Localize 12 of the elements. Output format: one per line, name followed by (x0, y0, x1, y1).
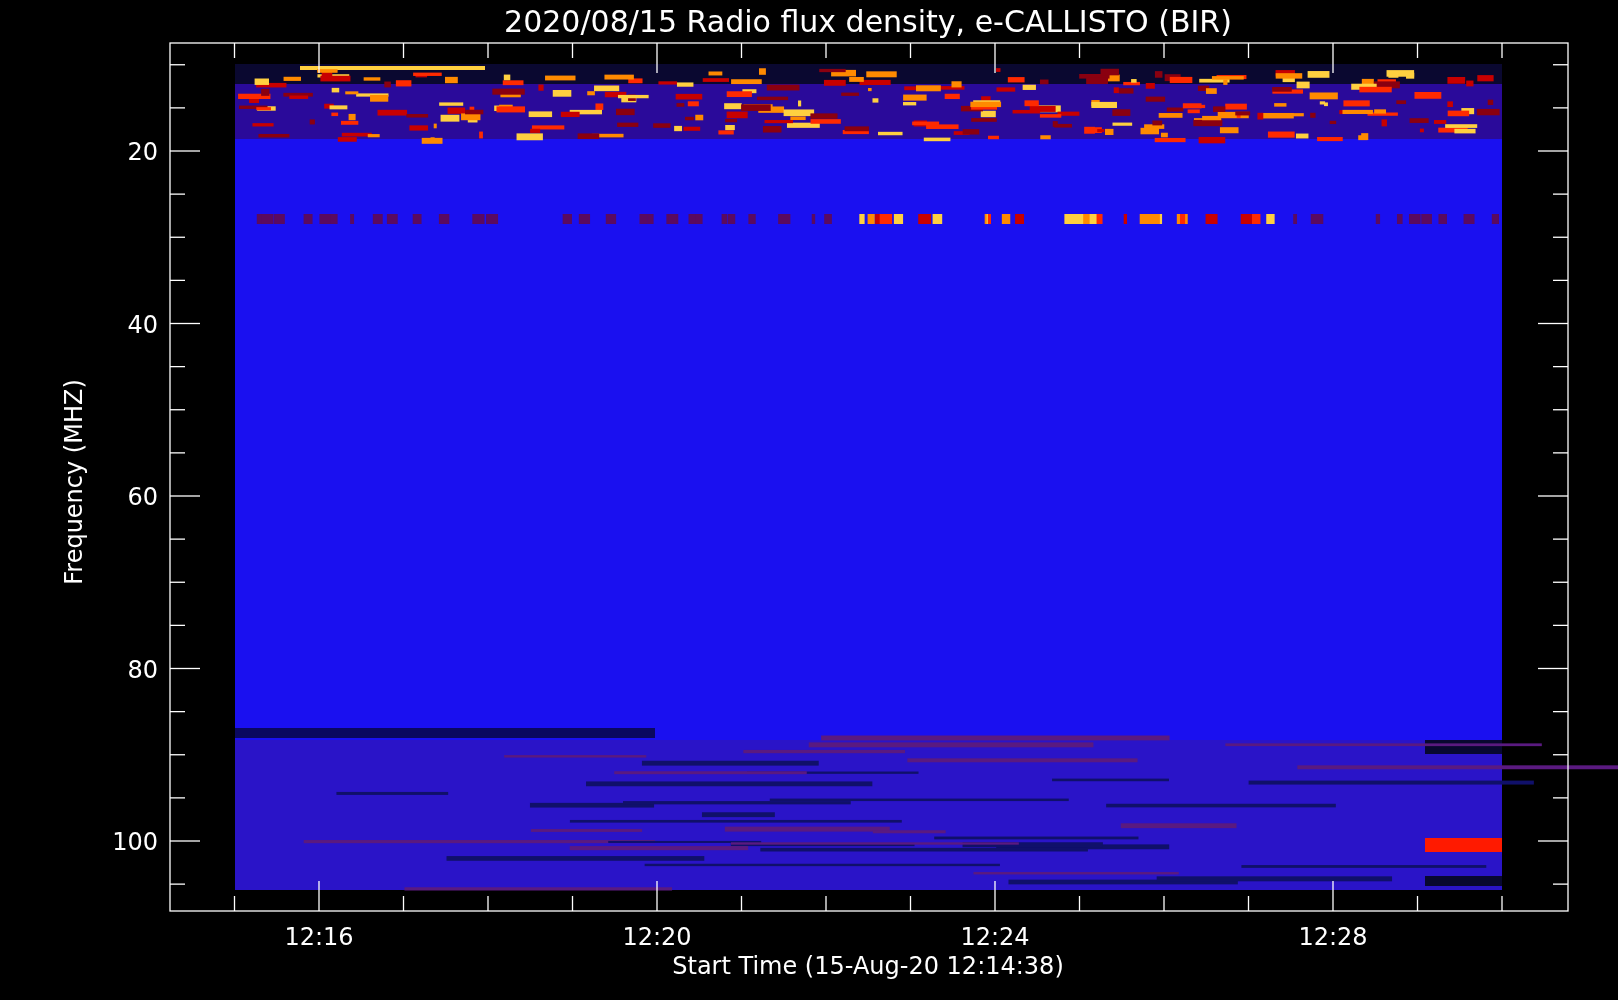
x-tick-label: 12:24 (960, 923, 1030, 951)
y-tick-label: 40 (127, 310, 158, 339)
y-axis-label: Frequency (MHZ) (60, 379, 88, 585)
x-tick-label: 12:20 (622, 923, 692, 951)
x-axis-label: Start Time (15-Aug-20 12:14:38) (672, 952, 1064, 980)
x-tick-label: 12:28 (1298, 923, 1368, 951)
x-tick-label: 12:16 (284, 923, 354, 951)
y-tick-label: 100 (112, 828, 158, 856)
chart-title: 2020/08/15 Radio flux density, e-CALLISTO (BIR) (504, 4, 1232, 39)
y-tick-label: 20 (127, 138, 158, 166)
y-tick-label: 80 (127, 655, 158, 684)
y-tick-label: 60 (127, 483, 158, 511)
